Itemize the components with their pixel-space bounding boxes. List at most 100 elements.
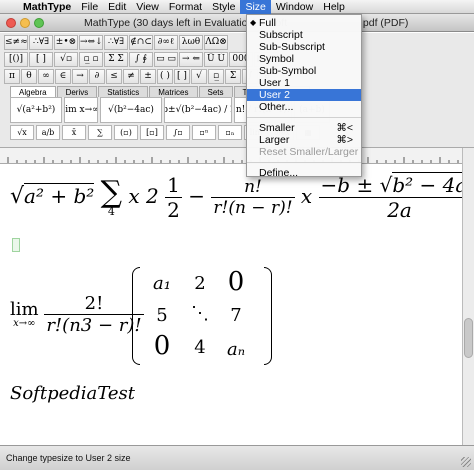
menu-bar: MathType File Edit View Format Style Siz… (0, 0, 474, 14)
palette-button-row3-6[interactable]: ∂ (89, 69, 105, 84)
palette-button-row1-9[interactable]: ΛΩ⊗ (204, 35, 228, 50)
equation-document[interactable]: √a² + b² ∑ 4 x 2 1 2 − n! r!(n − r)! x −… (0, 165, 474, 445)
scrollbar-thumb[interactable] (464, 318, 473, 358)
equation-2-limit[interactable]: lim x→∞ 2! r!(n3 − r)! (10, 293, 144, 336)
template-button-4[interactable]: −b±√(b²−4ac) / 2a (164, 97, 232, 123)
palette-button-row3-3[interactable]: ∞ (38, 69, 54, 84)
factorial-numerator: n! (244, 177, 262, 197)
palette-button-row3-13[interactable]: ▫̲ (208, 69, 224, 84)
minimize-window-icon[interactable] (20, 18, 30, 28)
palette-button-row3-7[interactable]: ≤ (106, 69, 122, 84)
small-template-button-7[interactable]: ∫▫ (166, 125, 190, 140)
size-option-subscript[interactable]: Subscript (247, 29, 361, 41)
small-template-button-2[interactable]: a/b (36, 125, 60, 140)
palette-button-row1-5[interactable]: ∴∀∃ (104, 35, 128, 50)
palette-button-row2-2[interactable]: [ ] (29, 52, 53, 67)
tab-derivs[interactable]: Derivs (56, 86, 98, 97)
palette-button-row1-2[interactable]: ∴∀∃ (29, 35, 53, 50)
zoom-window-icon[interactable] (34, 18, 44, 28)
size-option-sub-symbol[interactable]: Sub-Symbol (247, 65, 361, 77)
palette-button-row3-1[interactable]: π (4, 69, 20, 84)
menu-size[interactable]: Size (240, 0, 271, 14)
size-option-larger[interactable]: Larger ⌘> (247, 134, 361, 146)
size-option-label: Sub-Symbol (259, 65, 317, 77)
palette-button-row3-10[interactable]: ( ) (157, 69, 173, 84)
small-template-button-9[interactable]: ▫ₙ (218, 125, 242, 140)
matrix-cell-r2c3: 7 (230, 305, 242, 326)
size-option-other[interactable]: Other... (247, 101, 361, 113)
menu-file[interactable]: File (76, 0, 103, 14)
palette-button-row3-4[interactable]: ∈ (55, 69, 71, 84)
close-window-icon[interactable] (6, 18, 16, 28)
palette-button-row2-7[interactable]: ▭ ▭ (154, 52, 178, 67)
size-option-user-2[interactable]: User 2 (247, 89, 361, 101)
palette-button-row2-4[interactable]: ▫̲ ▫ (79, 52, 103, 67)
palette-button-row3-5[interactable]: → (72, 69, 88, 84)
palette-button-row1-1[interactable]: ≤≠≈ (4, 35, 28, 50)
size-option-user-1[interactable]: User 1 (247, 77, 361, 89)
limit-denominator: r!(n3 − r)! (44, 314, 144, 336)
size-option-define[interactable]: Define... (247, 167, 361, 179)
small-template-button-1[interactable]: √x (10, 125, 34, 140)
limit-numerator: 2! (84, 293, 104, 314)
quadratic-sqrt-icon: √ (379, 173, 393, 197)
palette-button-row3-11[interactable]: [ ] (174, 69, 190, 84)
size-option-symbol[interactable]: Symbol (247, 53, 361, 65)
sqrt-sign-icon: √ (10, 184, 25, 209)
factorial-fraction: n! r!(n − r)! (211, 177, 295, 218)
menu-help[interactable]: Help (318, 0, 350, 14)
small-template-button-5[interactable]: (▫) (114, 125, 138, 140)
small-template-button-6[interactable]: [▫] (140, 125, 164, 140)
template-button-2[interactable]: lim x→∞ (64, 97, 98, 123)
palette-button-row2-3[interactable]: √▫ (54, 52, 78, 67)
palette-button-row1-4[interactable]: →⇔↓ (79, 35, 103, 50)
empty-equation-slot[interactable] (12, 238, 20, 252)
matrix[interactable]: a₁ 2 0 5 ⋱ 7 0 4 aₙ (132, 267, 272, 365)
size-option-label: User 2 (259, 89, 290, 101)
size-option-label: Sub-Subscript (259, 41, 325, 53)
matrix-cell-r2c1: 5 (156, 305, 168, 326)
checkmark-icon: ◆ (250, 18, 257, 27)
palette-button-row1-3[interactable]: ±•⊗ (54, 35, 78, 50)
menu-style[interactable]: Style (207, 0, 240, 14)
palette-button-row3-2[interactable]: θ (21, 69, 37, 84)
size-option-smaller[interactable]: Smaller ⌘< (247, 122, 361, 134)
palette-button-row3-8[interactable]: ≠ (123, 69, 139, 84)
lim-label: lim (10, 298, 39, 320)
size-option-full[interactable]: ◆ Full (247, 17, 361, 29)
palette-button-row3-12[interactable]: √ (191, 69, 207, 84)
menu-mathtype[interactable]: MathType (18, 0, 76, 14)
menu-format[interactable]: Format (164, 0, 207, 14)
palette-button-row2-5[interactable]: Σ Σ (104, 52, 128, 67)
palette-button-row2-9[interactable]: Ü Ú (204, 52, 228, 67)
small-template-button-4[interactable]: ∑ (88, 125, 112, 140)
resize-grip-icon[interactable] (461, 457, 471, 467)
small-template-button-3[interactable]: x̄ (62, 125, 86, 140)
vertical-scrollbar[interactable] (462, 148, 474, 445)
palette-button-row2-8[interactable]: → ⇐ (179, 52, 203, 67)
equation-1[interactable]: √a² + b² ∑ 4 x 2 1 2 − n! r!(n − r)! x −… (10, 172, 474, 222)
palette-button-row1-7[interactable]: ∂∞ℓ (154, 35, 178, 50)
matrix-cell-r2c2: ⋱ (191, 303, 209, 324)
palette-button-row1-8[interactable]: λωθ (179, 35, 203, 50)
palette-button-row3-9[interactable]: ± (140, 69, 156, 84)
softpedia-text[interactable]: SoftpediaTest (10, 383, 135, 404)
tab-algebra[interactable]: Algebra (10, 86, 56, 97)
size-option-reset-smaller-larger: Reset Smaller/Larger (247, 146, 361, 158)
small-template-button-8[interactable]: ▫ⁿ (192, 125, 216, 140)
palette-button-row2-6[interactable]: ∫ ∮ (129, 52, 153, 67)
tab-matrices[interactable]: Matrices (149, 86, 198, 97)
size-option-label: Symbol (259, 53, 295, 65)
palette-button-row1-6[interactable]: ∉∩⊂ (129, 35, 153, 50)
palette-button-row2-1[interactable]: [()] (4, 52, 28, 67)
menu-window[interactable]: Window (271, 0, 318, 14)
menu-view[interactable]: View (131, 0, 164, 14)
palette-button-row3-14[interactable]: Σ (225, 69, 241, 84)
template-button-1[interactable]: √(a²+b²) (10, 97, 62, 123)
tab-sets[interactable]: Sets (198, 86, 233, 97)
size-option-sub-subscript[interactable]: Sub-Subscript (247, 41, 361, 53)
tab-statistics[interactable]: Statistics (98, 86, 149, 97)
template-button-3[interactable]: √(b²−4ac) (100, 97, 162, 123)
size-option-label: Larger (259, 134, 290, 146)
menu-edit[interactable]: Edit (103, 0, 131, 14)
